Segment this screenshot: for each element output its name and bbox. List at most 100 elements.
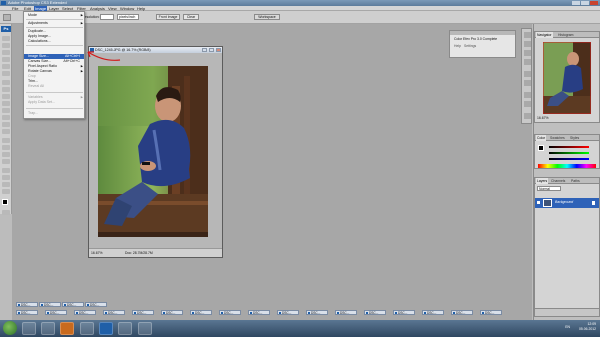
efex-panel-header[interactable]	[450, 31, 515, 35]
minimized-document-tile[interactable]: DSC...	[480, 310, 502, 315]
layer-row-background[interactable]: Background	[535, 198, 599, 208]
minimized-document-tile[interactable]: DSC...	[393, 310, 415, 315]
image-canvas[interactable]	[98, 66, 208, 237]
minimized-document-tile[interactable]: DSC...	[62, 302, 84, 307]
resolution-unit-select[interactable]: pixels/inch	[117, 14, 139, 20]
document-window[interactable]: DSC_1245.JPG @ 16.7% (RGB/8) 16.67% Doc:…	[88, 46, 223, 258]
history-brush-tool-icon[interactable]	[2, 101, 10, 106]
minimized-document-tile[interactable]: DSC...	[103, 310, 125, 315]
panel-icon-5[interactable]	[524, 71, 531, 77]
menu-item-adjustments[interactable]: Adjustments ▶	[24, 21, 84, 26]
minimized-document-tile[interactable]: DSC...	[335, 310, 357, 315]
gradient-tool-icon[interactable]	[2, 115, 10, 120]
navigator-thumbnail[interactable]	[543, 42, 591, 114]
type-tool-icon[interactable]	[2, 145, 10, 150]
tab-histogram[interactable]: Histogram	[557, 32, 574, 38]
tab-channels[interactable]: Channels	[550, 178, 566, 184]
panel-icon-2[interactable]	[524, 41, 531, 47]
brush-tool-icon[interactable]	[2, 87, 10, 92]
panel-icon-7[interactable]	[524, 92, 531, 98]
front-image-button[interactable]: Front Image	[156, 14, 180, 20]
minimized-document-tile[interactable]: DSC...	[451, 310, 473, 315]
magic-wand-tool-icon[interactable]	[2, 57, 10, 62]
minimized-document-tile[interactable]: DSC...	[74, 310, 96, 315]
color-fg-swatch[interactable]	[538, 145, 544, 151]
taskbar-explorer-icon[interactable]	[22, 322, 36, 335]
minimized-document-tile[interactable]: DSC...	[422, 310, 444, 315]
layer-name[interactable]: Background	[555, 200, 573, 204]
close-button[interactable]	[590, 1, 598, 5]
panel-icon-4[interactable]	[524, 59, 531, 65]
navigator-zoom[interactable]: 16.67%	[537, 116, 549, 120]
doc-maximize-button[interactable]	[209, 48, 214, 52]
menu-item-trap[interactable]: Trap...	[24, 111, 84, 116]
panel-icon-6[interactable]	[524, 80, 531, 86]
menu-item-reveal-all[interactable]: Reveal All	[24, 84, 84, 89]
minimized-document-tile[interactable]: DSC...	[39, 302, 61, 307]
green-slider[interactable]	[549, 152, 589, 154]
panel-icon-9[interactable]	[524, 113, 531, 119]
red-slider[interactable]	[549, 146, 589, 148]
tab-color[interactable]: Color	[536, 135, 547, 141]
zoom-tool-icon[interactable]	[2, 189, 10, 194]
taskbar-media-icon[interactable]	[41, 322, 55, 335]
minimized-document-tile[interactable]: DSC...	[306, 310, 328, 315]
panel-icon-8[interactable]	[524, 101, 531, 107]
minimized-document-tile[interactable]: DSC...	[85, 302, 107, 307]
slice-tool-icon[interactable]	[2, 71, 10, 76]
minimized-document-tile[interactable]: DSC...	[16, 310, 38, 315]
marquee-tool-icon[interactable]	[2, 43, 10, 48]
path-selection-tool-icon[interactable]	[2, 152, 10, 157]
clock-date[interactable]: 05.06.2012	[579, 327, 596, 332]
taskbar-firefox-icon[interactable]	[60, 322, 74, 335]
color-ramp[interactable]	[538, 164, 596, 168]
hand-tool-icon[interactable]	[2, 182, 10, 187]
minimized-document-tile[interactable]: DSC...	[45, 310, 67, 315]
doc-close-button[interactable]	[216, 48, 221, 52]
language-indicator[interactable]: EN	[565, 325, 570, 330]
eraser-tool-icon[interactable]	[2, 108, 10, 113]
minimized-document-tile[interactable]: DSC...	[16, 302, 38, 307]
menu-item-apply-data-set[interactable]: Apply Data Set...	[24, 100, 84, 105]
minimized-document-tile[interactable]: DSC...	[248, 310, 270, 315]
zoom-level[interactable]: 16.67%	[91, 249, 103, 258]
resolution-input[interactable]	[100, 14, 114, 20]
maximize-button[interactable]	[581, 1, 589, 5]
efex-help-link[interactable]: Help	[454, 44, 461, 48]
clear-button[interactable]: Clear	[183, 14, 199, 20]
taskbar-photoshop-icon[interactable]	[99, 322, 113, 335]
healing-brush-tool-icon[interactable]	[2, 80, 10, 85]
minimized-document-tile[interactable]: DSC...	[190, 310, 212, 315]
minimized-document-tile[interactable]: DSC...	[219, 310, 241, 315]
blend-mode-select[interactable]: Normal	[537, 186, 561, 191]
blur-tool-icon[interactable]	[2, 122, 10, 127]
eyedropper-tool-icon[interactable]	[2, 175, 10, 180]
blue-slider[interactable]	[549, 158, 589, 160]
clone-stamp-tool-icon[interactable]	[2, 94, 10, 99]
foreground-color-swatch[interactable]	[2, 199, 8, 205]
layer-visibility-eye-icon[interactable]	[537, 201, 540, 204]
doc-minimize-button[interactable]	[202, 48, 207, 52]
minimized-document-tile[interactable]: DSC...	[161, 310, 183, 315]
panel-icon-3[interactable]	[524, 50, 531, 56]
taskbar-app-icon[interactable]	[138, 322, 152, 335]
menu-item-mode[interactable]: Mode ▶	[24, 13, 84, 18]
workspace-button[interactable]: Workspace	[254, 14, 280, 20]
tab-layers[interactable]: Layers	[536, 178, 549, 184]
start-button[interactable]	[3, 321, 17, 335]
tab-paths[interactable]: Paths	[570, 178, 581, 184]
crop-tool-preset-icon[interactable]	[3, 14, 11, 21]
minimize-button[interactable]	[572, 1, 580, 5]
notes-tool-icon[interactable]	[2, 168, 10, 173]
lasso-tool-icon[interactable]	[2, 50, 10, 55]
minimized-document-tile[interactable]: DSC...	[277, 310, 299, 315]
tab-styles[interactable]: Styles	[569, 135, 580, 141]
efex-settings-link[interactable]: Settings	[464, 44, 476, 48]
move-tool-icon[interactable]	[2, 36, 10, 41]
panel-icon-1[interactable]	[524, 32, 531, 38]
menu-item-calculations[interactable]: Calculations...	[24, 39, 84, 44]
taskbar-window-icon[interactable]	[80, 322, 94, 335]
tab-swatches[interactable]: Swatches	[549, 135, 566, 141]
minimized-document-tile[interactable]: DSC...	[132, 310, 154, 315]
minimized-document-tile[interactable]: DSC...	[364, 310, 386, 315]
